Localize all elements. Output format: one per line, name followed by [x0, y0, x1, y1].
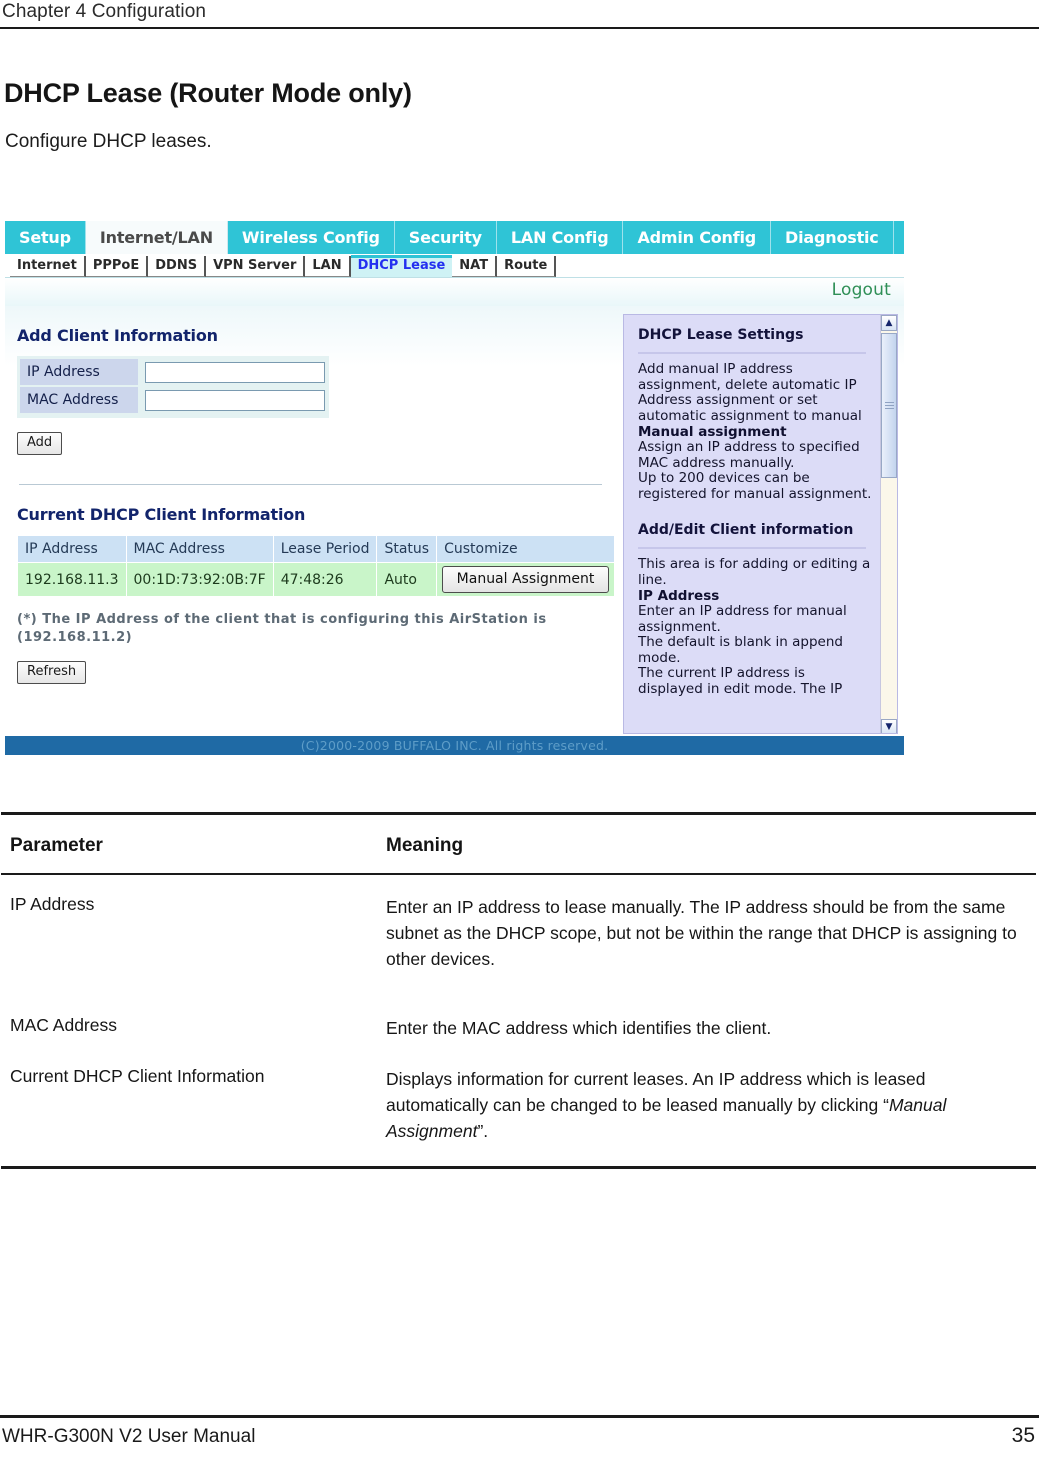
header-rule [0, 27, 1039, 29]
left-content-column: Add Client Information IP Address MAC Ad… [5, 306, 615, 684]
meaning-text-post: ”. [477, 1120, 489, 1141]
manual-assignment-button[interactable]: Manual Assignment [442, 566, 609, 593]
ip-address-label: IP Address [20, 359, 138, 385]
scrollbar-grip-icon [885, 401, 894, 410]
col-lease-period: Lease Period [272, 535, 378, 563]
tab-security[interactable]: Security [394, 221, 497, 254]
help-add-edit-client-body: This area is for adding or editing a lin… [638, 556, 871, 588]
row-parameter: IP Address [10, 893, 95, 914]
chapter-header: Chapter 4 Configuration [2, 1, 207, 22]
cell-status: Auto [376, 562, 438, 597]
intro-text: Configure DHCP leases. [5, 131, 212, 152]
cell-customize: Manual Assignment [436, 562, 615, 597]
col-customize: Customize [436, 535, 615, 563]
header-meaning: Meaning [386, 835, 464, 856]
subtab-dhcp-lease[interactable]: DHCP Lease [350, 255, 453, 277]
col-ip-address: IP Address [17, 535, 127, 563]
help-divider-2 [638, 547, 866, 549]
help-divider-1 [638, 352, 866, 354]
subtab-vpn-server[interactable]: VPN Server [206, 256, 306, 277]
dhcp-client-table: IP Address MAC Address Lease Period Stat… [17, 535, 615, 597]
subtab-ddns[interactable]: DDNS [148, 256, 207, 277]
table-header-row: IP Address MAC Address Lease Period Stat… [17, 535, 615, 563]
router-ui-screenshot: Setup Internet/LAN Wireless Config Secur… [5, 221, 904, 755]
router-copyright-bar: (C)2000-2009 BUFFALO INC. All rights res… [5, 736, 904, 755]
help-dhcp-lease-settings-title: DHCP Lease Settings [638, 327, 804, 343]
col-mac-address: MAC Address [125, 535, 274, 563]
sub-tab-bar: Internet PPPoE DDNS VPN Server LAN DHCP … [5, 254, 904, 278]
tab-setup[interactable]: Setup [5, 221, 86, 254]
meaning-text-pre: Displays information for current leases.… [386, 1068, 926, 1115]
header-parameter: Parameter [10, 835, 103, 856]
row-meaning: Displays information for current leases.… [386, 1047, 1036, 1166]
help-panel-content: DHCP Lease Settings Add manual IP addres… [624, 315, 880, 733]
airstation-ip-note: (*) The IP Address of the client that is… [17, 612, 547, 645]
help-ip-address-heading: IP Address [638, 588, 720, 604]
cell-lease-period: 47:48:26 [272, 562, 378, 597]
footer-page-number: 35 [1011, 1424, 1035, 1447]
refresh-button[interactable]: Refresh [17, 661, 87, 684]
subtab-lan[interactable]: LAN [305, 256, 351, 277]
page-title: DHCP Lease (Router Mode only) [4, 78, 412, 108]
add-client-form: IP Address MAC Address [17, 356, 329, 418]
help-manual-assignment-heading: Manual assignment [638, 424, 787, 440]
tab-lan-config[interactable]: LAN Config [496, 221, 624, 254]
help-add-edit-client-title: Add/Edit Client information [638, 522, 854, 538]
mac-address-input[interactable] [145, 389, 325, 411]
footer-manual-name: WHR-G300N V2 User Manual [2, 1426, 256, 1447]
section-divider [19, 484, 602, 485]
row-meaning: Enter an IP address to lease manually. T… [386, 896, 1017, 969]
main-tab-bar: Setup Internet/LAN Wireless Config Secur… [5, 221, 904, 254]
help-dhcp-lease-settings-body: Add manual IP address assignment, delete… [638, 361, 862, 424]
subtab-route[interactable]: Route [497, 256, 557, 277]
parameter-meaning-table: Parameter Meaning IP Address Enter an IP… [1, 812, 1036, 1169]
logout-bar: Logout [5, 278, 904, 306]
tab-admin-config[interactable]: Admin Config [623, 221, 772, 254]
table-row: IP Address Enter an IP address to lease … [1, 875, 1036, 996]
parameter-table-header: Parameter Meaning [1, 815, 1036, 873]
ip-address-row: IP Address [20, 359, 325, 385]
table-row: MAC Address Enter the MAC address which … [1, 996, 1036, 1047]
cell-mac-address: 00:1D:73:92:0B:7F [125, 562, 274, 597]
current-clients-section-title: Current DHCP Client Information [17, 505, 306, 524]
scroll-up-arrow-icon[interactable]: ▲ [881, 315, 897, 331]
table-row: Current DHCP Client Information Displays… [1, 1047, 1036, 1166]
scroll-down-arrow-icon[interactable]: ▼ [881, 719, 897, 733]
mac-address-row: MAC Address [20, 387, 325, 413]
cell-ip-address: 192.168.11.3 [17, 562, 127, 597]
row-parameter: MAC Address [10, 1014, 117, 1035]
logout-link[interactable]: Logout [832, 280, 891, 300]
tab-internet-lan[interactable]: Internet/LAN [85, 221, 228, 254]
row-parameter: Current DHCP Client Information [10, 1065, 265, 1086]
scrollbar-thumb[interactable] [881, 333, 897, 478]
subtab-nat[interactable]: NAT [452, 256, 498, 277]
help-panel: DHCP Lease Settings Add manual IP addres… [623, 314, 898, 734]
col-status: Status [376, 535, 438, 563]
page-footer: WHR-G300N V2 User Manual 35 [0, 1424, 1039, 1448]
table-bottom-rule [1, 1165, 1036, 1169]
subtab-internet[interactable]: Internet [10, 256, 86, 277]
help-spacer [638, 502, 872, 522]
page-header: Chapter 4 Configuration [0, 0, 1039, 29]
ip-address-input[interactable] [145, 361, 325, 383]
add-button[interactable]: Add [17, 432, 63, 455]
router-ui-body: Add Client Information IP Address MAC Ad… [5, 306, 904, 736]
help-manual-assignment-body: Assign an IP address to specified MAC ad… [638, 439, 872, 502]
table-row: 192.168.11.3 00:1D:73:92:0B:7F 47:48:26 … [17, 562, 615, 597]
subtab-pppoe[interactable]: PPPoE [85, 256, 149, 277]
tab-diagnostic[interactable]: Diagnostic [771, 221, 894, 254]
help-panel-scrollbar[interactable]: ▲ ▼ [880, 315, 897, 733]
tab-wireless-config[interactable]: Wireless Config [227, 221, 395, 254]
add-client-section-title: Add Client Information [17, 326, 218, 345]
help-ip-address-body: Enter an IP address for manual assignmen… [638, 603, 847, 697]
row-meaning: Enter the MAC address which identifies t… [386, 1017, 772, 1038]
mac-address-label: MAC Address [20, 387, 138, 413]
footer-rule [0, 1415, 1039, 1418]
